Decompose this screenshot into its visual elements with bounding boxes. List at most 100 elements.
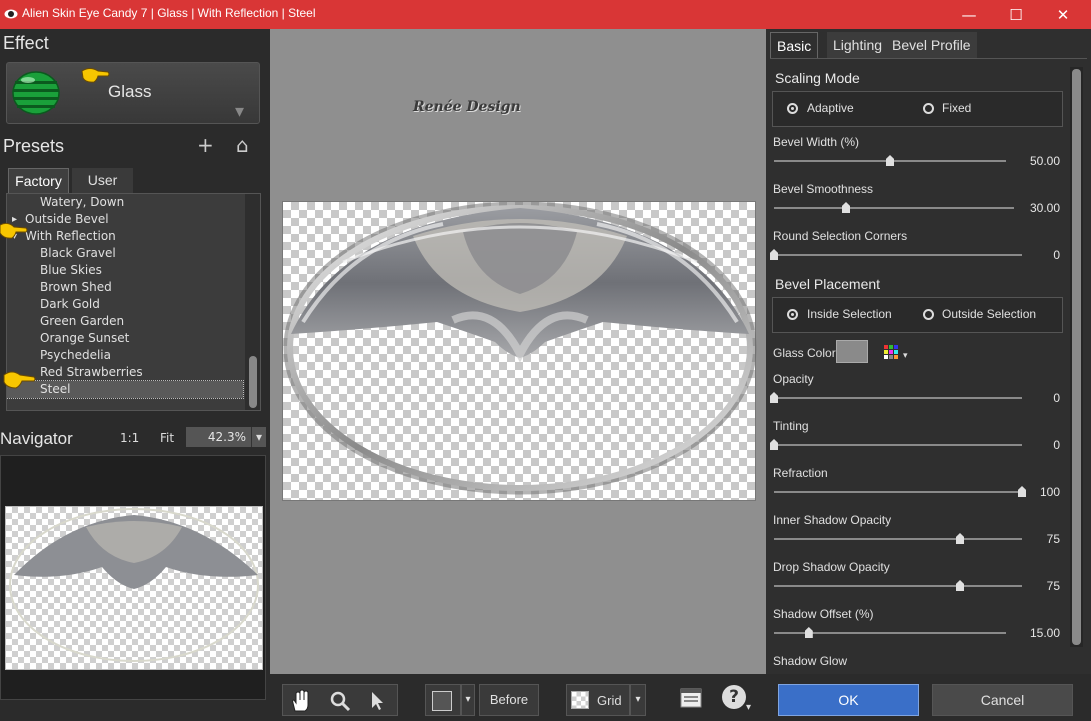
effect-selector[interactable]: Glass ▾ [6, 62, 260, 124]
bottom-toolbar: ▾ Before Grid ▾ ? ▾ [270, 674, 766, 721]
slider-thumb[interactable] [770, 439, 778, 450]
watermark-text: Renée Design [413, 99, 521, 115]
slider-track[interactable] [774, 538, 1022, 540]
effect-name: Glass [108, 82, 152, 101]
glass-color-swatch[interactable] [836, 340, 868, 363]
slider-thumb[interactable] [842, 202, 850, 213]
background-color-button[interactable] [425, 684, 461, 716]
glass-color-label: Glass Color [773, 346, 836, 360]
color-picker-dropdown[interactable]: ▾ [903, 351, 908, 361]
shadow-glow-label: Shadow Glow [773, 654, 848, 668]
zoom-1-1-button[interactable]: 1:1 [120, 431, 139, 445]
add-preset-icon[interactable]: + [197, 133, 214, 157]
cancel-button[interactable]: Cancel [932, 684, 1073, 716]
background-dropdown[interactable]: ▾ [461, 684, 475, 716]
zoom-tool-icon[interactable] [329, 690, 351, 712]
slider-label: Inner Shadow Opacity [773, 513, 892, 527]
slider-track[interactable] [774, 397, 1022, 399]
slider-value: 50.00 [1029, 154, 1060, 168]
slider-track[interactable] [774, 491, 1022, 493]
preset-item[interactable]: Dark Gold [7, 296, 243, 313]
slider-value: 75 [1046, 579, 1060, 593]
hand-tool-icon[interactable] [289, 689, 313, 713]
slider-track[interactable] [774, 585, 1022, 587]
preset-item-label: Black Gravel [40, 246, 116, 260]
close-button[interactable]: ✕ [1040, 0, 1086, 29]
pointing-hand-icon [81, 68, 110, 83]
preset-item-label: Steel [40, 382, 71, 396]
inside-selection-radio[interactable] [787, 309, 798, 320]
color-picker-icon[interactable] [884, 345, 900, 359]
slider-value: 0 [1053, 438, 1060, 452]
preset-item[interactable]: ▾ With Reflection [7, 228, 243, 245]
effect-dropdown-icon[interactable]: ▾ [235, 101, 244, 122]
refraction-slider: Refraction 100 [766, 466, 1066, 506]
tab-factory[interactable]: Factory [8, 168, 69, 193]
preset-item[interactable]: Blue Skies [7, 262, 243, 279]
slider-label: Refraction [773, 466, 828, 480]
grid-dropdown[interactable]: ▾ [630, 684, 646, 716]
zoom-field[interactable]: 42.3% [186, 427, 252, 447]
grid-button[interactable]: Grid [566, 684, 630, 716]
slider-thumb[interactable] [804, 627, 813, 638]
slider-track[interactable] [774, 254, 1022, 256]
scaling-mode-title: Scaling Mode [775, 70, 860, 86]
slider-thumb[interactable] [770, 249, 778, 260]
settings-scrollbar[interactable] [1070, 67, 1083, 647]
slider-value: 15.00 [1029, 626, 1060, 640]
preset-item[interactable]: Orange Sunset [7, 330, 243, 347]
zoom-fit-button[interactable]: Fit [160, 431, 174, 445]
slider-label: Opacity [773, 372, 814, 386]
background-swatch [432, 691, 452, 711]
minimize-button[interactable]: — [946, 0, 992, 29]
preset-item[interactable]: Green Garden [7, 313, 243, 330]
preset-item[interactable]: Steel [7, 380, 244, 399]
slider-track[interactable] [774, 444, 1022, 446]
maximize-button[interactable]: ☐ [993, 0, 1039, 29]
preset-item[interactable]: Brown Shed [7, 279, 243, 296]
title-bar: Alien Skin Eye Candy 7 | Glass | With Re… [0, 0, 1091, 29]
navigator-thumbnail[interactable] [5, 506, 263, 670]
preset-item-label: Dark Gold [40, 297, 100, 311]
dialog-buttons: OK Cancel [766, 674, 1091, 721]
home-icon[interactable]: ⌂ [236, 133, 249, 157]
shadow-offset-slider: Shadow Offset (%) 15.00 [766, 607, 1066, 647]
pointer-tool-icon[interactable] [369, 690, 387, 712]
preview-image[interactable] [282, 201, 757, 501]
slider-thumb[interactable] [956, 533, 964, 544]
slider-track[interactable] [774, 207, 1014, 209]
slider-label: Drop Shadow Opacity [773, 560, 890, 574]
settings-panel-icon[interactable] [680, 688, 702, 708]
preset-item[interactable]: Psychedelia [7, 347, 243, 364]
slider-label: Bevel Width (%) [773, 135, 860, 149]
slider-label: Tinting [773, 419, 809, 433]
slider-thumb[interactable] [770, 392, 778, 403]
zoom-dropdown[interactable]: ▾ [251, 427, 266, 447]
outside-selection-radio[interactable] [923, 309, 934, 320]
preset-item[interactable]: Watery, Down [7, 194, 243, 211]
preset-scrollbar-thumb[interactable] [249, 356, 257, 408]
preset-list[interactable]: Watery, Down ▸ Outside Bevel ▾ With Reflecti… [6, 193, 261, 411]
preset-item[interactable]: Red Strawberries [7, 364, 243, 381]
preset-item[interactable]: ▸ Outside Bevel [7, 211, 243, 228]
ok-button[interactable]: OK [778, 684, 919, 716]
window-title: Alien Skin Eye Candy 7 | Glass | With Re… [22, 6, 316, 20]
adaptive-radio[interactable] [787, 103, 798, 114]
settings-scrollbar-thumb[interactable] [1072, 69, 1081, 645]
help-dropdown-icon[interactable]: ▾ [746, 702, 751, 713]
tab-user[interactable]: User [72, 168, 133, 193]
slider-thumb[interactable] [956, 580, 964, 591]
fixed-radio[interactable] [923, 103, 934, 114]
presets-header: Presets [3, 136, 65, 156]
slider-thumb[interactable] [886, 155, 894, 166]
before-button[interactable]: Before [479, 684, 539, 716]
preset-scrollbar[interactable] [245, 194, 260, 410]
slider-value: 0 [1053, 248, 1060, 262]
help-icon[interactable]: ? [722, 685, 746, 709]
tool-group [282, 684, 398, 716]
preset-item[interactable]: Black Gravel [7, 245, 243, 262]
fixed-label: Fixed [942, 101, 972, 115]
adaptive-label: Adaptive [807, 101, 854, 115]
slider-value: 100 [1039, 485, 1060, 499]
preview-canvas[interactable]: Renée Design [270, 29, 766, 674]
